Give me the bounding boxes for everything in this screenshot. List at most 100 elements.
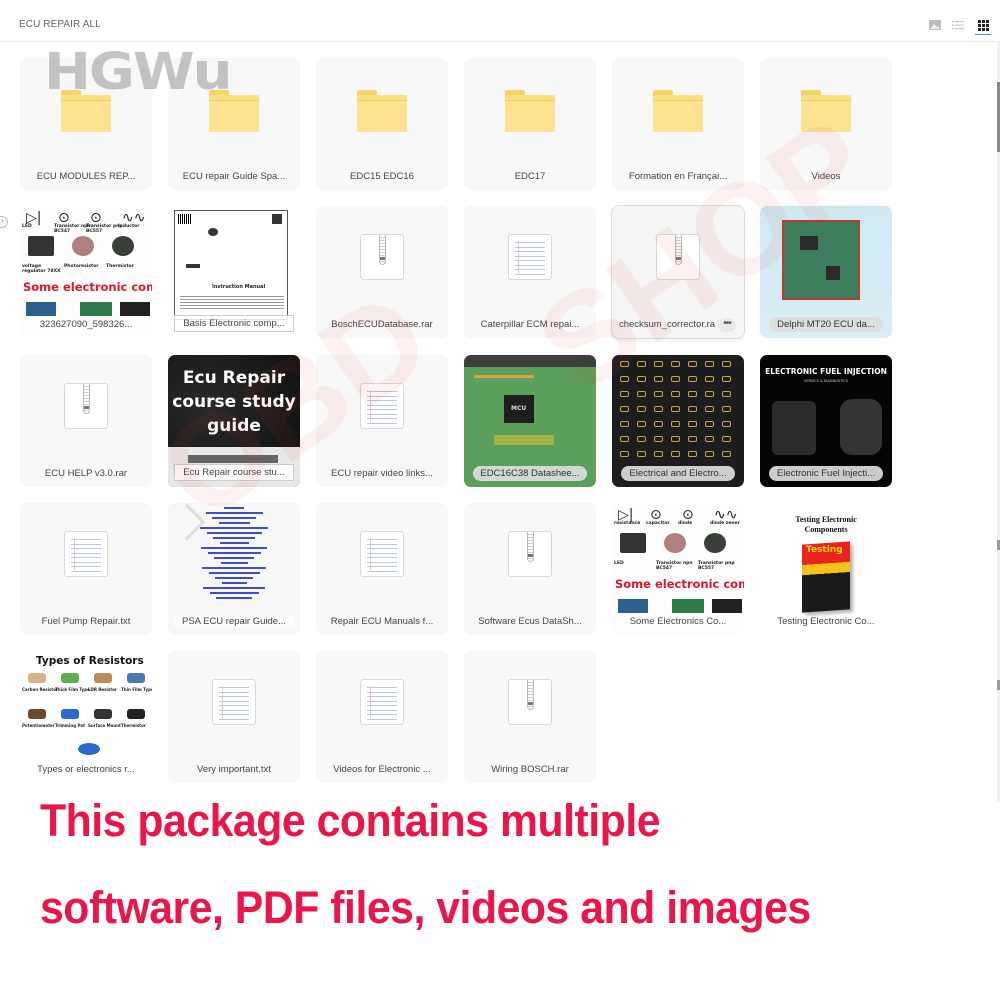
file-tile-folder[interactable]: EDC15 EDC16 [316, 58, 448, 190]
file-name: ECU repair video links... [331, 468, 433, 479]
file-tile-document[interactable]: Caterpillar ECM repai... [464, 206, 596, 338]
link-line [216, 597, 252, 599]
more-options-button[interactable]: ••• [718, 318, 736, 332]
engine-photo [840, 399, 882, 455]
file-tile-document[interactable]: ECU repair video links... [316, 355, 448, 487]
file-name: EDC15 EDC16 [350, 171, 414, 182]
symbol [654, 436, 663, 442]
file-name: Types or electronics r... [26, 764, 146, 775]
resistor-label: LDR Resistor [88, 687, 117, 692]
file-tile-image[interactable]: ELECTRONIC FUEL INJECTION SERVICE & DIAGN… [760, 355, 892, 487]
doc-line [367, 705, 397, 706]
link-line [214, 557, 254, 559]
expand-sidebar-arrow[interactable]: › [0, 216, 8, 228]
symbol [671, 451, 680, 457]
file-tile-folder[interactable]: Videos [760, 58, 892, 190]
doc-line [515, 269, 545, 270]
file-tile-document[interactable]: Videos for Electronic ... [316, 651, 448, 783]
file-tile-image[interactable]: ▷| ⊙ ⊙ ∿∿ resistance capacitor diode diode zene… [612, 503, 744, 635]
watermark-chevron [168, 503, 206, 541]
file-tile-archive[interactable]: ECU HELP v3.0.rar [20, 355, 152, 487]
promo-line-1: This package contains multiple [40, 795, 661, 846]
symbol [688, 361, 697, 367]
link-line [213, 537, 255, 539]
symbol [620, 361, 629, 367]
ecu-photo [188, 455, 278, 463]
file-tile-document[interactable]: Very important.txt [168, 651, 300, 783]
board-photo [80, 302, 112, 316]
doc-line [71, 561, 101, 563]
voltage-regulator-photo [620, 533, 646, 553]
annotation [474, 375, 534, 378]
file-tile-folder[interactable]: Formation en Françai... [612, 58, 744, 190]
file-name: Fuel Pump Repair.txt [41, 616, 131, 627]
file-tile-folder[interactable]: ECU repair Guide Spa... [168, 58, 300, 190]
doc-line [71, 548, 101, 549]
symbol [722, 376, 731, 382]
file-tile-image[interactable]: Instruction Manual Basis Electronic comp.… [168, 206, 300, 338]
doc-line [515, 242, 545, 243]
doc-line [367, 422, 397, 424]
symbol [705, 421, 714, 427]
symbol [637, 406, 646, 412]
doc-line [219, 700, 249, 702]
thumbnail-subtitle: SERVICE & DIAGNOSTICS [804, 379, 848, 383]
link-line [201, 547, 267, 549]
symbol [620, 451, 629, 457]
resistor-label: Carbon Resistor [22, 687, 59, 692]
symbol [705, 451, 714, 457]
symbol [637, 421, 646, 427]
grid-view-button[interactable] [975, 18, 991, 35]
text-document-icon [508, 234, 552, 280]
link-line [209, 592, 259, 594]
symbol [705, 406, 714, 412]
link-line [219, 542, 249, 544]
doc-line [71, 570, 101, 572]
list-view-button[interactable] [951, 18, 965, 32]
thumbnail-caption: Some electronic componer [23, 280, 152, 294]
gallery-view-button[interactable] [928, 18, 942, 32]
file-tile-archive[interactable]: Software Ecus DataSh... [464, 503, 596, 635]
file-tile-archive[interactable]: checksum_corrector.ra ••• [612, 206, 744, 338]
doc-line [367, 543, 397, 545]
file-tile-image[interactable]: Delphi MT20 ECU da... [760, 206, 892, 338]
file-tile-document[interactable]: Fuel Pump Repair.txt [20, 503, 152, 635]
file-tile-image[interactable]: Types of Resistors Carbon Resistor Thick F… [20, 651, 152, 783]
folder-front [801, 100, 851, 132]
doc-line [367, 566, 397, 567]
doc-line [367, 552, 397, 554]
file-tile-archive[interactable]: Wiring BOSCH.rar [464, 651, 596, 783]
doc-line [367, 700, 397, 702]
symbol [654, 361, 663, 367]
top-bar: ECU REPAIR ALL [0, 0, 1000, 42]
doc-line [367, 696, 397, 697]
file-tile-document[interactable]: Repair ECU Manuals f... [316, 503, 448, 635]
symbol [705, 376, 714, 382]
photoresistor-photo [72, 236, 94, 256]
folder-icon [505, 90, 555, 132]
symbol [705, 361, 714, 367]
file-tile-folder[interactable]: EDC17 [464, 58, 596, 190]
doc-line [515, 260, 545, 261]
file-name: EDC17 [514, 171, 546, 182]
doc-line [367, 687, 397, 688]
symbol [671, 376, 680, 382]
symbol [654, 451, 663, 457]
file-tile-image[interactable]: PSA ECU repair Guide... [168, 503, 300, 635]
file-tile-image[interactable]: Electrical and Electro... [612, 355, 744, 487]
photoresistor-photo [664, 533, 686, 553]
resistor-label: Thermistor [121, 723, 146, 728]
file-tile-folder[interactable]: ECU MODULES REP... [20, 58, 152, 190]
book-title: Testing [806, 545, 843, 555]
file-tile-image[interactable]: Testing Electronic Components Testing Testi… [760, 503, 892, 635]
file-tile-image[interactable]: MCU EDC16C38 Datashee... [464, 355, 596, 487]
folder-icon [801, 90, 851, 132]
file-name: EDC16C38 Datashee... [473, 466, 587, 481]
file-tile-image[interactable]: ▷| ⊙ ⊙ ∿∿ LED Transistor npn BC547 Transistor … [20, 206, 152, 338]
file-tile-image[interactable]: Ecu Repair course study guide Ecu Repair co… [168, 355, 300, 487]
text-document-icon [360, 383, 404, 429]
zipper [379, 235, 386, 265]
resistor-photo [28, 709, 46, 719]
file-tile-archive[interactable]: BoschECUDatabase.rar [316, 206, 448, 338]
doc-line [515, 264, 545, 266]
